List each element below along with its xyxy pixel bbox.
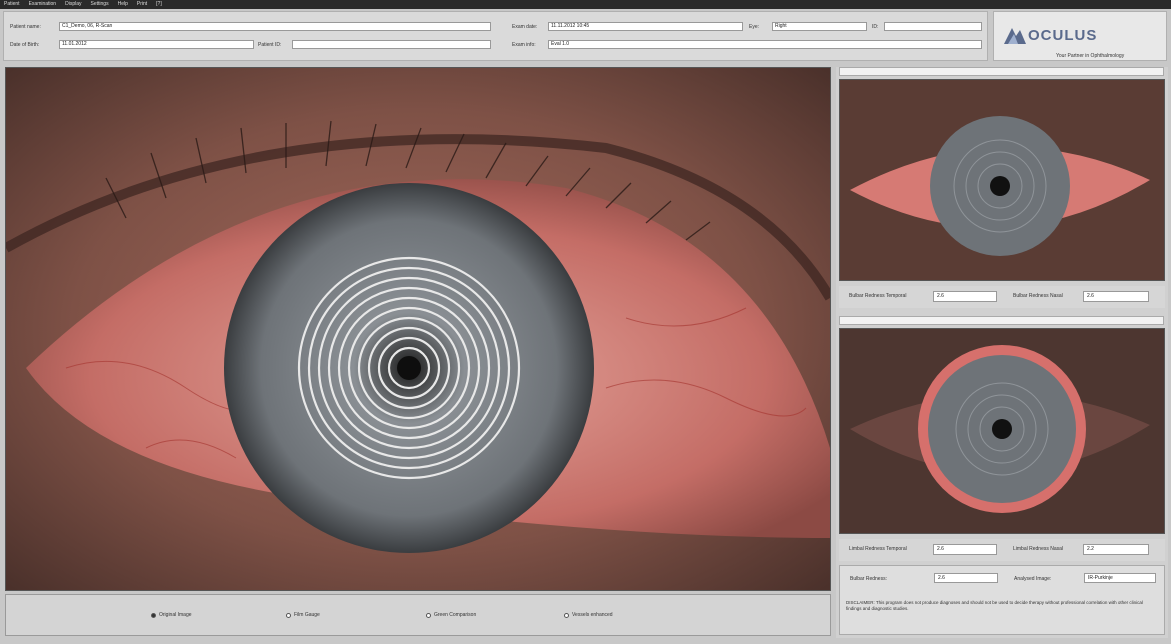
bulbar-redness-value[interactable]: 2.6 [934,573,998,583]
exam-info-label: Exam info: [512,41,536,48]
radio-button[interactable] [286,612,291,618]
limbal-redness-row: Limbal Redness Temporal 2.6 Limbal Redne… [839,539,1165,561]
patient-id-label: Patient ID: [258,41,282,48]
exam-date-label: Exam date: [512,23,538,30]
view-option-label: Film Gauge [294,612,320,618]
side-panel: Bulbar Redness Temporal 2.6 Bulbar Redne… [836,67,1168,638]
menu-item[interactable]: [?] [156,0,162,9]
patient-header: Patient name: C1_Demo, 06, R-Scan Date o… [3,11,988,61]
view-option[interactable]: Original Image [151,612,192,618]
view-option-label: Vessels enhanced [572,612,613,618]
view-option[interactable]: Vessels enhanced [564,612,613,618]
exam-info-input[interactable]: Eval 1.0 [548,40,982,49]
view-option-label: Green Comparison [434,612,477,618]
limbal-temporal-label: Limbal Redness Temporal [849,546,907,552]
bulbar-redness-row: Bulbar Redness Temporal 2.6 Bulbar Redne… [839,286,1165,308]
brand-name: OCULUS [1028,27,1098,44]
oculus-logo-mark-icon [1004,28,1026,44]
top-strip [839,67,1164,76]
view-option[interactable]: Film Gauge [286,612,320,618]
menu-item[interactable]: Print [137,0,147,9]
eye-input[interactable]: Right [772,22,867,31]
view-mode-bar: Original Image Film Gauge Green Comparison… [5,594,831,636]
exam-date-input[interactable]: 11.11.2012 10:45 [548,22,743,31]
patient-name-label: Patient name: [10,23,41,30]
eye-label: Eye: [749,23,760,30]
patient-name-input[interactable]: C1_Demo, 06, R-Scan [59,22,491,31]
brand-tagline: Your Partner in Ophthalmology [1056,53,1125,59]
menu-item[interactable]: Display [65,0,81,9]
id-input[interactable] [884,22,982,31]
middle-strip [839,316,1164,325]
analysed-image-label: Analysed Image: [1014,576,1052,582]
bulbar-temporal-label: Bulbar Redness Temporal [849,293,907,299]
dob-input[interactable]: 11.01.2012 [59,40,254,49]
main-eye-image [5,67,831,591]
menu-item[interactable]: Patient [4,0,20,9]
menu-item[interactable]: Settings [91,0,109,9]
radio-button[interactable] [564,612,569,618]
analysed-image-value[interactable]: IR-Purkinje [1084,573,1156,583]
menu-item[interactable]: Examination [29,0,57,9]
bulbar-nasal-label: Bulbar Redness Nasal [1013,293,1063,299]
limbal-temporal-value[interactable]: 2.6 [933,544,997,555]
bulbar-thumbnail [839,79,1165,281]
radio-button[interactable] [151,612,156,618]
bulbar-redness-label: Bulbar Redness: [850,576,887,582]
id-label: ID: [872,23,879,30]
bulbar-nasal-value[interactable]: 2.6 [1083,291,1149,302]
summary-panel: Bulbar Redness: 2.6 Analysed Image: IR-P… [839,565,1165,635]
menu-bar: Patient Examination Display Settings Help Pri… [0,0,1171,9]
limbal-nasal-value[interactable]: 2.2 [1083,544,1149,555]
dob-label: Date of Birth: [10,41,40,48]
menu-item[interactable]: Help [118,0,128,9]
view-option[interactable]: Green Comparison [426,612,476,618]
bulbar-temporal-value[interactable]: 2.6 [933,291,997,302]
patient-id-input[interactable] [292,40,491,49]
disclaimer-text: DISCLAIMER: This program does not produc… [846,600,1143,611]
radio-button[interactable] [426,612,431,618]
patient-name-field: Patient name: [10,22,41,31]
oculus-logo: OCULUS Your Partner in Ophthalmology [993,11,1167,61]
view-option-label: Original Image [159,612,192,618]
limbal-thumbnail [839,328,1165,534]
limbal-nasal-label: Limbal Redness Nasal [1013,546,1064,552]
